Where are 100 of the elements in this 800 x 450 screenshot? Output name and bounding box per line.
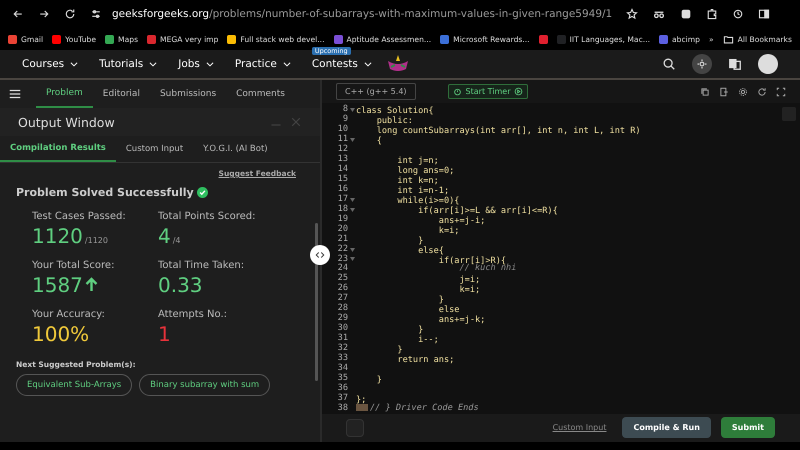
code-line: public: [376, 115, 414, 126]
site-info-icon[interactable] [90, 8, 102, 20]
bookmark-icon[interactable] [105, 34, 114, 44]
code-line: if(arr[i]>=L && arr[i]<=R){ [417, 204, 559, 216]
output-tab[interactable]: Compilation Results [0, 136, 116, 162]
play-circle-icon [514, 87, 524, 96]
reload-icon[interactable] [64, 8, 76, 20]
line-number: 31 [336, 334, 348, 344]
code-line: k=i; [438, 225, 460, 237]
fold-arrow-icon[interactable] [350, 257, 354, 262]
fold-arrow-icon[interactable] [350, 198, 354, 202]
code-line: i--; [417, 334, 440, 346]
stat-label: Total Time Taken: [158, 260, 246, 271]
language-select[interactable]: C++ (g++ 5.4) [336, 83, 416, 100]
menu-icon[interactable] [8, 87, 22, 101]
code-line: ans+=j-k; [438, 314, 486, 326]
code-line: k=i; [458, 284, 482, 296]
suggested-problem-chip[interactable]: Equivalent Sub-Arrays [16, 374, 132, 396]
bookmark-icon[interactable] [8, 34, 17, 44]
fullscreen-icon[interactable] [776, 86, 786, 97]
code-line: if(arr[i]>R){ [438, 254, 506, 266]
line-number: 10 [336, 125, 348, 134]
custom-input-link[interactable]: Custom Input [552, 423, 606, 432]
clock-icon [452, 87, 462, 96]
line-number: 35 [336, 374, 348, 384]
code-line: j=i; [458, 274, 482, 286]
code-line: } [417, 234, 424, 246]
line-number: 13 [336, 155, 348, 164]
tab[interactable]: Editorial [92, 80, 150, 108]
stat-label: Total Points Scored: [158, 211, 256, 222]
output-window-title: Output Window [18, 114, 116, 130]
user-avatar[interactable] [758, 54, 778, 74]
line-number: 28 [336, 304, 348, 314]
line-number: 19 [336, 214, 348, 224]
extension-icon[interactable] [680, 8, 692, 20]
code-line: } [438, 294, 444, 306]
stat-total: /1120 [84, 236, 108, 245]
code-line: int k=n; [396, 175, 440, 186]
code-line: } [417, 324, 424, 336]
stat-total: /4 [172, 236, 181, 245]
stat-label: Your Total Score: [32, 260, 116, 271]
code-line: ans+=j-i; [438, 214, 486, 226]
code-line: } [376, 374, 383, 386]
reset-icon[interactable] [757, 86, 767, 97]
nav-menu-item[interactable]: Contests [312, 58, 358, 70]
fold-arrow-icon[interactable] [350, 108, 354, 112]
back-icon[interactable] [12, 8, 24, 20]
tab[interactable]: Comments [226, 80, 295, 108]
split-arrows-icon [315, 250, 325, 260]
forward-icon[interactable] [38, 8, 50, 20]
bookmark-icon[interactable] [227, 34, 236, 44]
nav-menu-item[interactable]: Jobs [178, 58, 200, 70]
tab[interactable]: Submissions [150, 80, 226, 108]
code-line: { [376, 135, 383, 148]
stat-label: Your Accuracy: [32, 309, 106, 320]
sun-icon [696, 58, 708, 70]
stat-value: 100% [32, 322, 90, 346]
output-tab[interactable]: Custom Input [116, 136, 194, 162]
nav-menu-item[interactable]: Tutorials [99, 58, 144, 70]
submit-button[interactable]: Submit [720, 417, 775, 438]
code-comment: // kuch nhi [459, 264, 516, 274]
status-message: Problem Solved Successfully [16, 186, 194, 199]
nav-menu-item[interactable]: Practice [234, 58, 277, 70]
stat-value: 0.33 [158, 273, 203, 297]
line-number: 17 [336, 194, 348, 204]
fold-arrow-icon[interactable] [350, 138, 354, 142]
start-timer-button[interactable]: Start Timer [448, 84, 528, 100]
output-tab[interactable]: Y.O.G.I. (AI Bot) [193, 136, 278, 162]
compile-run-button[interactable]: Compile & Run [622, 417, 711, 438]
fold-arrow-icon[interactable] [350, 248, 354, 252]
sidebar-icon[interactable] [758, 8, 770, 20]
code-line: long ans=0; [396, 165, 456, 176]
folded-code-marker[interactable] [356, 404, 368, 411]
history-icon[interactable] [732, 8, 744, 20]
translate-icon[interactable] [728, 57, 742, 71]
stat-value: 1 [158, 322, 171, 346]
line-number: 26 [336, 284, 348, 294]
code-line: while(i>=0){ [396, 194, 460, 206]
copy-icon[interactable] [700, 86, 710, 97]
star-icon[interactable] [626, 8, 638, 20]
stat-value: 4 [158, 224, 171, 248]
bookmark-icon[interactable] [52, 34, 62, 44]
line-number: 36 [336, 384, 348, 394]
code-line: else [438, 304, 460, 316]
line-number: 21 [336, 234, 348, 244]
fold-arrow-icon[interactable] [350, 208, 354, 212]
search-icon[interactable] [662, 57, 676, 71]
nav-menu-item[interactable]: Courses [22, 58, 64, 70]
line-number: 23 [336, 254, 348, 264]
puzzle-icon[interactable] [706, 8, 718, 20]
suggested-problem-chip[interactable]: Binary subarray with sum [139, 374, 270, 396]
code-line: int j=n; [396, 155, 440, 166]
theme-toggle[interactable] [692, 54, 712, 74]
line-number: 16 [336, 184, 348, 194]
code-line: return ans; [396, 354, 456, 366]
settings-icon[interactable] [738, 86, 748, 97]
export-icon[interactable] [719, 86, 729, 97]
folder-icon[interactable] [722, 34, 734, 44]
line-number: 37 [336, 394, 348, 404]
stat-label: Attempts No.: [158, 309, 228, 320]
